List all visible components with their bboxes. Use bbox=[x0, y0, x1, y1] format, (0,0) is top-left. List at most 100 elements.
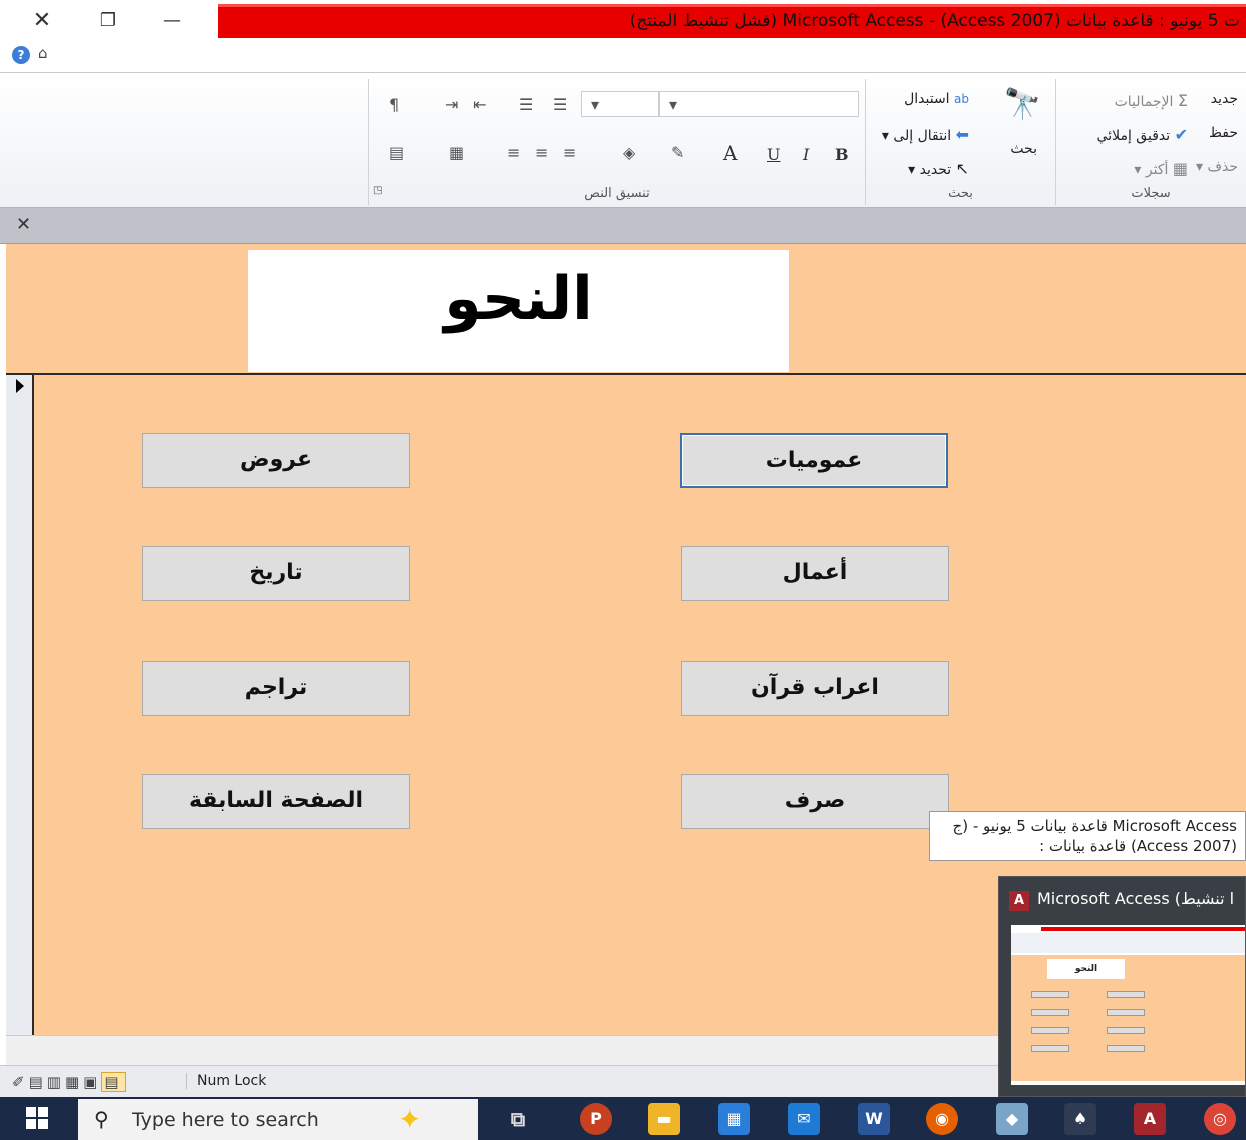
pivot-table-icon[interactable]: ▥ bbox=[47, 1073, 65, 1091]
arrow-left-icon: ⬅ bbox=[955, 125, 969, 144]
find-group-label: بحث bbox=[948, 186, 973, 201]
text-format-group: ▾ ▾ ☰ ☰ ⇥ ⇤ ¶ B I U A ✎ ◈ ≡ ≡ ≡ ▦ ▤ ◳ تن… bbox=[368, 79, 865, 205]
thumb-titlebar bbox=[1041, 927, 1245, 931]
replace-button[interactable]: ab استبدال bbox=[904, 91, 969, 107]
prosody-button[interactable]: عروض bbox=[142, 433, 410, 488]
num-lock-indicator: Num Lock bbox=[186, 1073, 266, 1089]
word-icon[interactable]: W bbox=[858, 1103, 890, 1135]
horizontal-scrollbar[interactable] bbox=[6, 1035, 998, 1065]
view-switcher: ✐▤▥▦▣ ▤ bbox=[12, 1072, 126, 1092]
solitaire-icon[interactable]: ♠ bbox=[1064, 1103, 1096, 1135]
form-view-icon[interactable]: ▤ bbox=[101, 1072, 126, 1092]
select-button[interactable]: ↖ تحديد ▾ bbox=[908, 159, 969, 178]
spelling-button[interactable]: ✔ تدقيق إملائي bbox=[1097, 125, 1188, 144]
fill-color-icon[interactable]: ◈ bbox=[623, 143, 635, 162]
form-title-box: النحو bbox=[248, 250, 789, 372]
more-button[interactable]: ▦ أكثر ▾ bbox=[1134, 159, 1188, 178]
task-view-icon[interactable]: ⧉ bbox=[502, 1103, 534, 1135]
records-group-label: سجلات bbox=[1131, 186, 1171, 201]
size-dropdown-icon: ▾ bbox=[591, 95, 600, 114]
collapse-ribbon-icon[interactable]: ⌂ bbox=[38, 44, 48, 62]
table-icon: ▦ bbox=[1172, 159, 1188, 178]
align-left-icon[interactable]: ≡ bbox=[507, 143, 520, 162]
layout-view-icon[interactable]: ▣ bbox=[83, 1073, 101, 1091]
thumb-button bbox=[1031, 1009, 1069, 1016]
current-record-arrow-icon bbox=[16, 379, 24, 393]
record-selector[interactable] bbox=[6, 375, 34, 1035]
help-icon[interactable]: ? bbox=[12, 46, 30, 64]
close-form-icon[interactable]: ✕ bbox=[16, 214, 31, 235]
app-icon[interactable]: ◆ bbox=[996, 1103, 1028, 1135]
new-record-label: جديد bbox=[1210, 91, 1238, 107]
find-button[interactable]: بحث bbox=[1010, 141, 1037, 157]
numbered-list-icon[interactable]: ☰ bbox=[553, 95, 567, 114]
totals-button[interactable]: Σ الإجماليات bbox=[1115, 91, 1188, 110]
taskbar-window-preview[interactable]: A Microsoft Access (ا تنشيط النحو bbox=[998, 876, 1246, 1097]
underline-button[interactable]: U bbox=[767, 145, 780, 164]
list-icon[interactable]: ☰ bbox=[519, 95, 533, 114]
alternate-row-color-icon[interactable]: ▤ bbox=[389, 143, 404, 162]
replace-label: استبدال bbox=[904, 91, 950, 107]
quran-parsing-button[interactable]: اعراب قرآن bbox=[681, 661, 949, 716]
thumb-form: النحو bbox=[1011, 955, 1245, 1081]
access-taskbar-icon[interactable]: A bbox=[1134, 1103, 1166, 1135]
gridlines-icon[interactable]: ▦ bbox=[449, 143, 464, 162]
datasheet-view-icon[interactable]: ▤ bbox=[29, 1073, 47, 1091]
more-label: أكثر bbox=[1145, 162, 1169, 178]
goto-button[interactable]: ⬅ انتقال إلى ▾ bbox=[882, 125, 969, 144]
search-placeholder: Type here to search bbox=[132, 1109, 319, 1131]
cursor-icon: ↖ bbox=[955, 159, 969, 178]
bold-button[interactable]: B bbox=[835, 145, 849, 164]
works-button[interactable]: أعمال bbox=[681, 546, 949, 601]
generalities-button[interactable]: عموميات bbox=[680, 433, 948, 488]
pivot-chart-icon[interactable]: ▦ bbox=[65, 1073, 83, 1091]
align-center-icon[interactable]: ≡ bbox=[535, 143, 548, 162]
indent-decrease-icon[interactable]: ⇤ bbox=[473, 95, 486, 114]
text-format-group-label: تنسيق النص bbox=[584, 186, 650, 201]
thumb-button bbox=[1107, 1009, 1145, 1016]
new-record-button[interactable]: جديد bbox=[1211, 91, 1238, 107]
taskbar-tooltip: Microsoft Access قاعدة بيانات 5 يونيو - … bbox=[929, 811, 1246, 861]
morphology-button[interactable]: صرف bbox=[681, 774, 949, 829]
firefox-icon[interactable]: ◉ bbox=[926, 1103, 958, 1135]
select-label: تحديد bbox=[919, 162, 952, 178]
font-name-select[interactable] bbox=[659, 91, 859, 117]
highlight-icon[interactable]: ✎ bbox=[671, 143, 684, 162]
save-record-button[interactable]: حفظ bbox=[1209, 125, 1238, 141]
previous-page-button[interactable]: الصفحة السابقة bbox=[142, 774, 410, 829]
windows-start-icon[interactable] bbox=[26, 1107, 48, 1129]
replace-icon: ab bbox=[954, 92, 969, 106]
close-window-button[interactable]: ✕ bbox=[22, 6, 62, 36]
title-bar-caption: ت 5 يونيو : قاعدة بيانات (Access 2007) -… bbox=[218, 4, 1246, 38]
thumb-form-title: النحو bbox=[1047, 959, 1125, 979]
taskbar-search-box[interactable]: ⚲ Type here to search ✦ bbox=[78, 1099, 478, 1140]
history-button[interactable]: تاريخ bbox=[142, 546, 410, 601]
delete-record-label: حذف bbox=[1207, 159, 1238, 175]
psiphon-icon[interactable]: P bbox=[580, 1103, 612, 1135]
biographies-button[interactable]: تراجم bbox=[142, 661, 410, 716]
save-record-label: حفظ bbox=[1208, 125, 1238, 141]
indent-increase-icon[interactable]: ⇥ bbox=[445, 95, 458, 114]
minimize-window-button[interactable]: — bbox=[152, 6, 192, 36]
tooltip-line-2: (Access 2007) قاعدة بيانات : bbox=[1039, 837, 1237, 855]
binoculars-icon[interactable]: 🔭 bbox=[1004, 87, 1041, 122]
design-view-icon[interactable]: ✐ bbox=[12, 1073, 29, 1091]
form-title: النحو bbox=[444, 264, 593, 334]
paragraph-direction-icon[interactable]: ¶ bbox=[389, 95, 399, 114]
search-icon: ⚲ bbox=[94, 1107, 109, 1131]
align-right-icon[interactable]: ≡ bbox=[563, 143, 576, 162]
file-explorer-icon[interactable]: ▬ bbox=[648, 1103, 680, 1135]
sigma-icon: Σ bbox=[1177, 91, 1188, 110]
font-color-button[interactable]: A bbox=[723, 141, 737, 165]
store-icon[interactable]: ▦ bbox=[718, 1103, 750, 1135]
preview-title: A Microsoft Access (ا تنشيط bbox=[1009, 889, 1234, 911]
access-app-icon: A bbox=[1009, 891, 1029, 911]
mail-icon[interactable]: ✉ bbox=[788, 1103, 820, 1135]
spelling-label: تدقيق إملائي bbox=[1096, 128, 1171, 144]
italic-button[interactable]: I bbox=[803, 145, 809, 164]
restore-window-button[interactable]: ❐ bbox=[88, 6, 128, 36]
chrome-icon[interactable]: ◎ bbox=[1204, 1103, 1236, 1135]
delete-record-button[interactable]: حذف ▾ bbox=[1196, 159, 1238, 175]
totals-label: الإجماليات bbox=[1114, 94, 1174, 110]
thumb-button bbox=[1031, 1027, 1069, 1034]
